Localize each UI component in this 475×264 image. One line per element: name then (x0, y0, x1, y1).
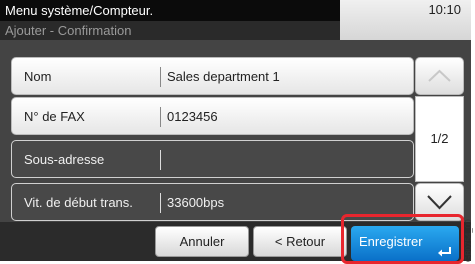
page-indicator: 1/2 (415, 96, 464, 182)
clock: 10:10 (428, 2, 461, 17)
figure-reference: GB0754_00 (464, 219, 473, 262)
divider (160, 67, 161, 87)
divider (160, 150, 161, 170)
title-bar: Menu système/Compteur. Ajouter - Confirm… (0, 0, 471, 40)
cancel-button[interactable]: Annuler (155, 226, 249, 257)
breadcrumb: Menu système/Compteur. (0, 0, 340, 21)
row-value: 0123456 (167, 109, 218, 124)
row-label: Sous-adresse (24, 152, 105, 167)
row-value: 33600bps (167, 195, 225, 210)
page-number: 1/2 (430, 131, 449, 146)
row-sub-address: Sous-adresse (11, 140, 414, 178)
row-fax-number[interactable]: N° de FAX 0123456 (11, 97, 414, 135)
highlight-frame (341, 214, 464, 264)
status-area: 10:10 (340, 0, 471, 40)
row-nom[interactable]: Nom Sales department 1 (11, 57, 414, 95)
row-value: Sales department 1 (167, 69, 280, 84)
scroll-up-button[interactable] (415, 57, 464, 95)
row-label: Nom (24, 69, 52, 84)
page-title: Ajouter - Confirmation (0, 21, 340, 40)
chevron-up-icon (428, 69, 451, 82)
row-label: N° de FAX (24, 109, 85, 124)
divider (160, 193, 161, 213)
back-button[interactable]: < Retour (253, 226, 347, 257)
row-label: Vit. de début trans. (24, 195, 133, 210)
divider (160, 107, 161, 127)
